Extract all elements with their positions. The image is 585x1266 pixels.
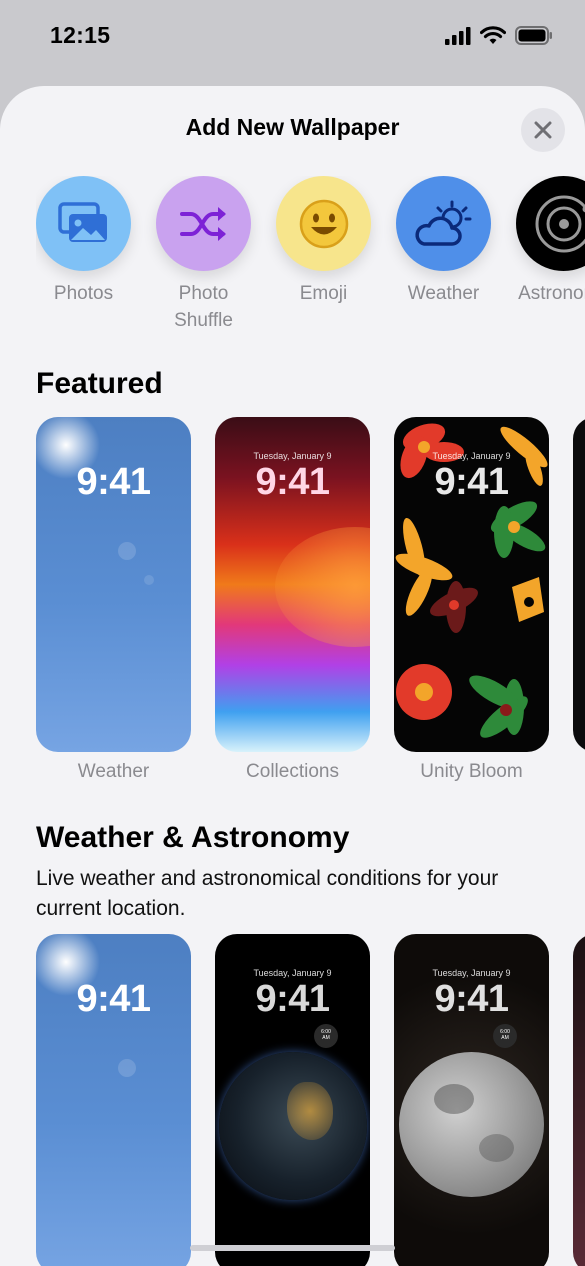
moon-crater bbox=[479, 1134, 514, 1162]
wallpaper-preview[interactable] bbox=[573, 934, 585, 1266]
home-indicator[interactable] bbox=[190, 1245, 395, 1251]
featured-card-weather[interactable]: 9:41 Weather bbox=[36, 417, 191, 783]
category-photo-shuffle[interactable]: Photo Shuffle bbox=[156, 176, 251, 334]
status-time: 12:15 bbox=[50, 22, 111, 48]
lock-date: Tuesday, January 9 bbox=[253, 451, 332, 461]
wallpaper-preview[interactable]: Tuesday, January 9 9:41 6:00 AM bbox=[394, 934, 549, 1266]
weather-card[interactable]: 9:41 bbox=[36, 934, 191, 1266]
card-label: Collections bbox=[246, 761, 339, 782]
weather-astronomy-subtitle: Live weather and astronomical conditions… bbox=[36, 867, 499, 920]
weather-astronomy-heading: Weather & Astronomy bbox=[36, 821, 350, 854]
featured-heading: Featured bbox=[36, 367, 163, 400]
category-label: Photo Shuffle bbox=[174, 283, 233, 331]
lens-flare bbox=[118, 1059, 136, 1077]
photos-icon bbox=[57, 201, 107, 242]
lock-date: Tuesday, January 9 bbox=[432, 968, 511, 978]
astronomy-icon bbox=[535, 195, 585, 252]
lens-flare bbox=[144, 575, 154, 585]
astronomy-circle[interactable] bbox=[516, 176, 585, 271]
lens-flare bbox=[118, 542, 136, 560]
weather-astronomy-card-partial[interactable] bbox=[573, 934, 585, 1266]
card-label: Weather bbox=[77, 761, 150, 782]
wallpaper-preview[interactable]: 9:41 bbox=[36, 417, 191, 752]
add-wallpaper-sheet: Add New Wallpaper Photos Photo Shuffle E… bbox=[0, 86, 585, 1266]
battery-icon bbox=[515, 26, 552, 45]
sheet-title: Add New Wallpaper bbox=[185, 114, 400, 140]
category-photos[interactable]: Photos bbox=[36, 176, 131, 334]
emoji-icon bbox=[299, 199, 348, 248]
earth-card[interactable]: Tuesday, January 9 9:41 6:00 AM bbox=[215, 934, 370, 1266]
shuffle-icon bbox=[179, 206, 226, 241]
wallpaper-preview[interactable]: Tuesday, January 9 9:41 bbox=[215, 417, 370, 752]
moon-card[interactable]: Tuesday, January 9 9:41 6:00 AM bbox=[394, 934, 549, 1266]
featured-card-unity-bloom[interactable]: Tuesday, January 9 9:41 Unity Bloom bbox=[394, 417, 549, 783]
category-label: Astronomy bbox=[518, 283, 585, 304]
wallpaper-categories: Photos Photo Shuffle Emoji Weather Astro… bbox=[36, 176, 585, 334]
weather-circle[interactable] bbox=[396, 176, 491, 271]
alarm-widget: 6:00 AM bbox=[314, 1024, 338, 1048]
lock-time: 9:41 bbox=[255, 978, 330, 1020]
card-label: Unity Bloom bbox=[420, 761, 523, 782]
lock-date: Tuesday, January 9 bbox=[432, 451, 511, 461]
lock-date: Tuesday, January 9 bbox=[253, 968, 332, 978]
lock-time: 9:41 bbox=[76, 978, 151, 1020]
moon bbox=[399, 1052, 544, 1197]
featured-card-collections[interactable]: Tuesday, January 9 9:41 Collections bbox=[215, 417, 370, 783]
emoji-circle[interactable] bbox=[276, 176, 371, 271]
category-astronomy[interactable]: Astronomy bbox=[516, 176, 585, 334]
category-label: Photos bbox=[53, 283, 114, 304]
close-button[interactable] bbox=[521, 108, 565, 152]
wifi-icon bbox=[480, 26, 506, 44]
featured-card-partial[interactable] bbox=[573, 417, 585, 783]
lock-time: 9:41 bbox=[255, 461, 330, 503]
photos-circle[interactable] bbox=[36, 176, 131, 271]
color-swirl bbox=[275, 527, 370, 647]
cellular-signal-icon bbox=[445, 26, 471, 45]
close-icon bbox=[534, 121, 552, 139]
wallpaper-preview[interactable]: Tuesday, January 9 9:41 6:00 AM bbox=[215, 934, 370, 1266]
category-weather[interactable]: Weather bbox=[396, 176, 491, 334]
status-icons bbox=[445, 26, 553, 45]
alarm-widget: 6:00 AM bbox=[493, 1024, 517, 1048]
category-emoji[interactable]: Emoji bbox=[276, 176, 371, 334]
category-label: Weather bbox=[407, 283, 480, 304]
photo-shuffle-circle[interactable] bbox=[156, 176, 251, 271]
lock-time: 9:41 bbox=[434, 461, 509, 503]
wallpaper-preview[interactable] bbox=[573, 417, 585, 752]
featured-row: 9:41 Weather Tuesday, January 9 9:41 Col… bbox=[36, 417, 585, 783]
status-bar: 12:15 bbox=[0, 0, 585, 80]
moon-crater bbox=[434, 1084, 474, 1114]
weather-icon bbox=[414, 200, 471, 246]
lock-time: 9:41 bbox=[76, 461, 151, 503]
weather-astronomy-row: 9:41 Tuesday, January 9 9:41 6:00 AM Tue… bbox=[36, 934, 585, 1266]
category-label: Emoji bbox=[299, 283, 348, 304]
wallpaper-preview[interactable]: Tuesday, January 9 9:41 bbox=[394, 417, 549, 752]
wallpaper-preview[interactable]: 9:41 bbox=[36, 934, 191, 1266]
lock-time: 9:41 bbox=[434, 978, 509, 1020]
